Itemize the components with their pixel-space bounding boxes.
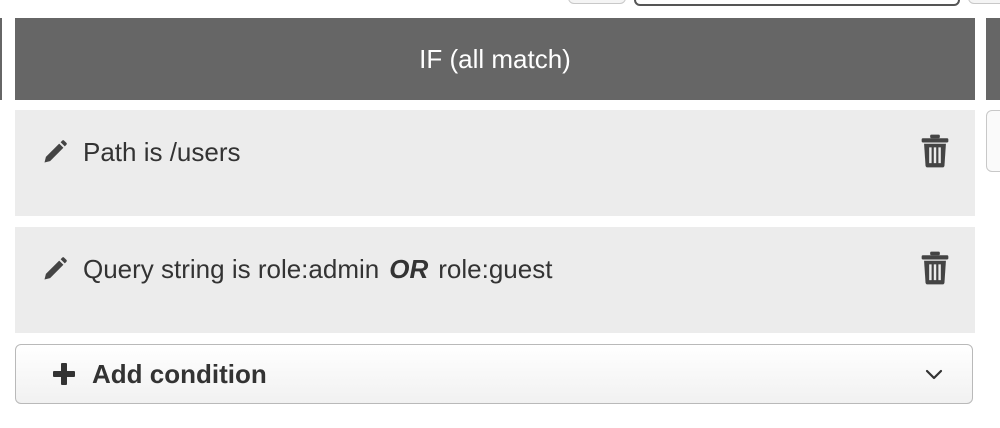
pencil-icon[interactable] [41,255,69,283]
add-condition-button[interactable]: Add condition [15,344,973,404]
chevron-down-icon [925,369,943,380]
condition-text: Path is /users [83,136,241,167]
adjacent-column-button[interactable] [986,110,1000,172]
condition-text: Query string is role:admin [83,253,380,284]
if-header-label: IF (all match) [419,43,571,74]
condition-text-value: role:guest [438,253,553,284]
partial-top-select[interactable] [634,0,960,6]
plus-icon [53,363,75,385]
adjacent-column-left-edge [0,18,2,100]
rule-editor: IF (all match) Path is /users Query stri… [0,0,1000,428]
condition-operator: OR [389,253,429,284]
condition-edit-link[interactable]: Path is /users [41,137,241,167]
condition-edit-link[interactable]: Query string is role:admin OR role:guest [41,254,552,284]
condition-item: Query string is role:admin OR role:guest [15,227,975,333]
condition-item: Path is /users [15,110,975,216]
pencil-icon[interactable] [41,138,69,166]
partial-top-button[interactable] [568,0,626,4]
partial-top-right-button[interactable] [968,0,1000,4]
adjacent-column-right-edge [986,18,1000,100]
trash-icon[interactable] [920,134,950,168]
trash-icon[interactable] [920,251,950,285]
add-condition-label: Add condition [92,358,267,389]
if-header: IF (all match) [15,18,975,100]
